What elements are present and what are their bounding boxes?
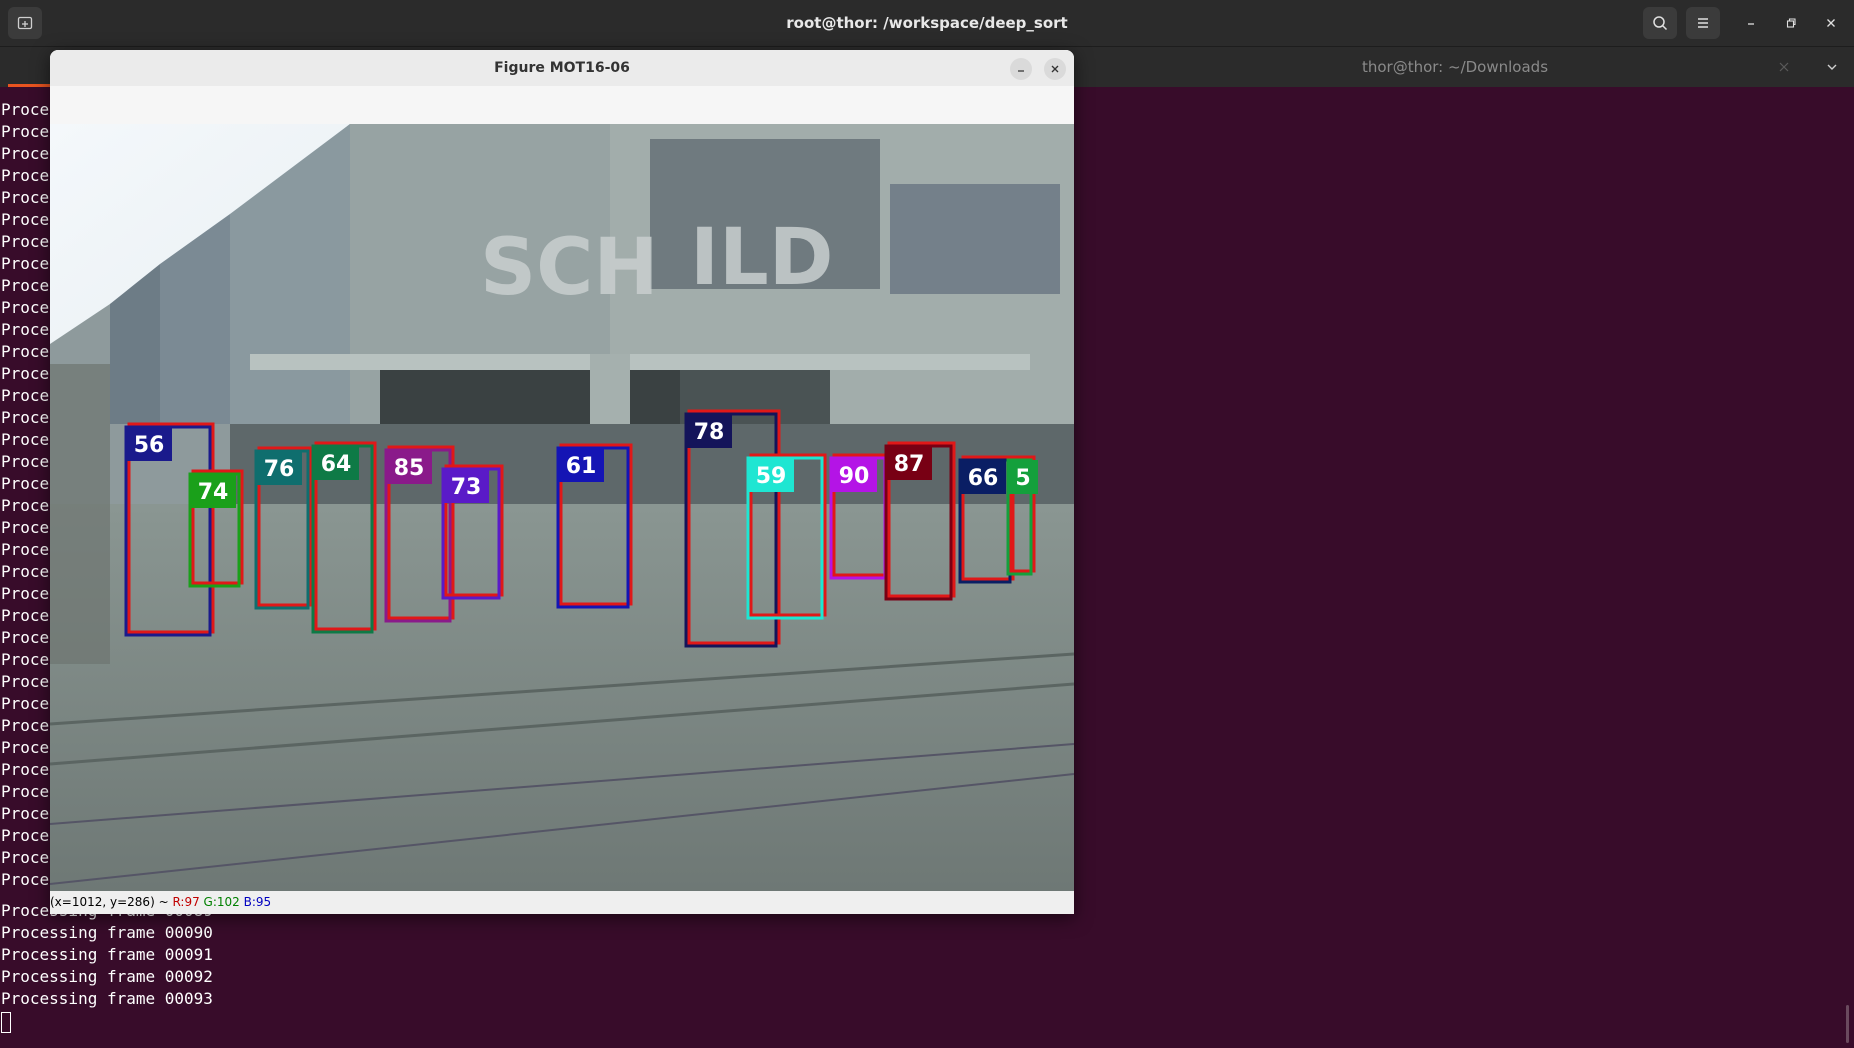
search-button[interactable] bbox=[1643, 7, 1677, 39]
terminal-line: Processing frame 00091 bbox=[1, 945, 213, 964]
terminal-header-bar: root@thor: /workspace/deep_sort bbox=[0, 0, 1854, 47]
tab-downloads[interactable]: thor@thor: ~/Downloads bbox=[1080, 47, 1830, 87]
track-id-label: 74 bbox=[198, 480, 229, 505]
terminal-line: Proce bbox=[1, 408, 50, 427]
track-id-label: 76 bbox=[264, 457, 295, 482]
terminal-line: Processing frame 00090 bbox=[1, 923, 213, 942]
figure-title: Figure MOT16-06 bbox=[494, 60, 630, 76]
terminal-line: Proce bbox=[1, 100, 50, 119]
tab-label: thor@thor: ~/Downloads bbox=[1361, 58, 1549, 76]
track-id-label: 61 bbox=[566, 454, 597, 479]
chevron-down-icon bbox=[1827, 64, 1837, 70]
terminal-line: Proce bbox=[1, 298, 50, 317]
pixel-red-value: R:97 bbox=[172, 895, 200, 909]
terminal-line: Proce bbox=[1, 518, 50, 537]
terminal-line: Processing frame 00093 bbox=[1, 989, 213, 1008]
figure-titlebar[interactable]: Figure MOT16-06 bbox=[50, 50, 1074, 87]
svg-text:SCH: SCH bbox=[480, 223, 659, 313]
terminal-line: Proce bbox=[1, 188, 50, 207]
track-id-label: 78 bbox=[694, 420, 725, 445]
track-id-label: 90 bbox=[839, 464, 870, 489]
minimize-button[interactable] bbox=[1734, 7, 1768, 39]
terminal-line: Proce bbox=[1, 144, 50, 163]
terminal-line: Proce bbox=[1, 254, 50, 273]
hamburger-menu-icon bbox=[1698, 18, 1708, 28]
track-id-label: 64 bbox=[321, 452, 352, 477]
video-frame-canvas[interactable]: SCH ILD 56 74 76 64 85 73 61 78 59 90 87 66 5 bbox=[50, 124, 1074, 891]
figure-minimize-button[interactable] bbox=[1010, 58, 1032, 80]
track-id-label: 85 bbox=[394, 456, 425, 481]
terminal-line: Proce bbox=[1, 672, 50, 691]
track-id-label: 5 bbox=[1015, 466, 1030, 491]
track-id-label: 73 bbox=[451, 475, 482, 500]
terminal-line: Proce bbox=[1, 452, 50, 471]
figure-close-button[interactable] bbox=[1044, 58, 1066, 80]
figure-toolbar bbox=[50, 86, 1074, 124]
track-id-label: 66 bbox=[968, 466, 999, 491]
figure-window: Figure MOT16-06 SCH ILD 56 74 76 64 85 7… bbox=[50, 50, 1074, 914]
track-id-label: 59 bbox=[756, 464, 787, 489]
cursor-coordinates: (x=1012, y=286) ~ bbox=[50, 895, 173, 909]
terminal-line: Proce bbox=[1, 628, 50, 647]
terminal-line: Proce bbox=[1, 386, 50, 405]
terminal-line: Proce bbox=[1, 716, 50, 735]
minimize-icon bbox=[1748, 23, 1754, 25]
svg-text:ILD: ILD bbox=[690, 213, 833, 303]
terminal-line: Proce bbox=[1, 430, 50, 449]
terminal-line: Proce bbox=[1, 606, 50, 625]
pixel-green-value: G:102 bbox=[203, 895, 240, 909]
tab-list-dropdown[interactable] bbox=[1822, 57, 1842, 77]
restore-button[interactable] bbox=[1774, 7, 1808, 39]
menu-button[interactable] bbox=[1686, 7, 1720, 39]
close-icon bbox=[1779, 62, 1789, 72]
minimize-icon bbox=[1018, 70, 1024, 72]
terminal-line: Proce bbox=[1, 364, 50, 383]
terminal-line: Proce bbox=[1, 276, 50, 295]
terminal-line: Proce bbox=[1, 474, 50, 493]
terminal-line: Proce bbox=[1, 760, 50, 779]
terminal-line: Proce bbox=[1, 210, 50, 229]
terminal-line: Proce bbox=[1, 540, 50, 559]
terminal-line: Proce bbox=[1, 232, 50, 251]
terminal-line: Proce bbox=[1, 848, 50, 867]
terminal-line: Proce bbox=[1, 782, 50, 801]
terminal-line: Proce bbox=[1, 870, 50, 889]
terminal-line: Proce bbox=[1, 650, 50, 669]
tab-close-button[interactable] bbox=[1774, 57, 1794, 77]
pixel-blue-value: B:95 bbox=[243, 895, 272, 909]
close-icon bbox=[1051, 65, 1059, 73]
terminal-line: Proce bbox=[1, 166, 50, 185]
track-id-label: 87 bbox=[894, 452, 925, 477]
terminal-line: Proce bbox=[1, 562, 50, 581]
window-title: root@thor: /workspace/deep_sort bbox=[786, 14, 1068, 32]
track-id-label: 56 bbox=[134, 433, 165, 458]
terminal-cursor bbox=[1, 1012, 11, 1033]
terminal-line: Proce bbox=[1, 320, 50, 339]
terminal-line: Proce bbox=[1, 804, 50, 823]
terminal-line: Proce bbox=[1, 496, 50, 515]
terminal-scrollbar[interactable] bbox=[1846, 1005, 1849, 1043]
figure-statusbar: (x=1012, y=286) ~ R:97 G:102 B:95 bbox=[50, 891, 1074, 914]
close-icon bbox=[1827, 19, 1835, 27]
close-button[interactable] bbox=[1814, 7, 1848, 39]
terminal-line: Proce bbox=[1, 584, 50, 603]
terminal-line: Processing frame 00092 bbox=[1, 967, 213, 986]
restore-icon bbox=[1786, 18, 1796, 28]
terminal-line: Proce bbox=[1, 694, 50, 713]
terminal-line: Proce bbox=[1, 738, 50, 757]
search-icon bbox=[1653, 16, 1668, 31]
terminal-line: Proce bbox=[1, 122, 50, 141]
terminal-line: Proce bbox=[1, 826, 50, 845]
terminal-line: Proce bbox=[1, 342, 50, 361]
